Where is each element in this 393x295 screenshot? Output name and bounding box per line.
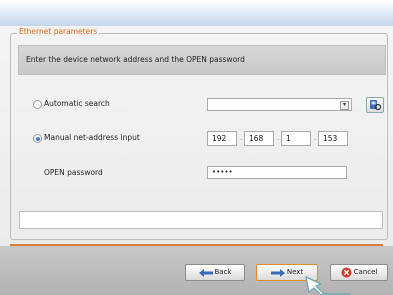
ip-octet-2[interactable]: 168 [244, 131, 274, 146]
back-label: Back [214, 268, 232, 276]
automatic-search-radio[interactable] [33, 100, 42, 109]
title-bar [0, 0, 393, 27]
open-password-field[interactable]: ••••• [207, 166, 347, 179]
search-device-button[interactable] [366, 97, 384, 113]
manual-address-label: Manual net-address input [44, 133, 140, 142]
chevron-down-icon[interactable]: ▾ [340, 101, 349, 110]
manual-address-radio[interactable] [33, 134, 42, 143]
open-password-label: OPEN password [44, 168, 103, 177]
arrow-right-icon [270, 268, 285, 277]
device-dropdown[interactable]: ▾ [207, 98, 352, 111]
automatic-search-label: Automatic search [44, 99, 110, 108]
mouse-pointer-icon [305, 276, 350, 295]
arrow-left-icon [198, 268, 213, 277]
group-legend: Ethernet parameters [17, 27, 100, 36]
ip-octet-1[interactable]: 192 [207, 131, 237, 146]
ip-octet-3[interactable]: 1 [281, 131, 311, 146]
ip-separator: . [240, 133, 243, 142]
ip-separator: . [277, 133, 280, 142]
instruction-text: Enter the device network address and the… [18, 45, 386, 75]
cancel-label: Cancel [353, 268, 378, 276]
ip-separator: . [314, 133, 317, 142]
ip-octet-4[interactable]: 153 [318, 131, 348, 146]
next-label: Next [286, 268, 304, 276]
status-box [19, 211, 383, 229]
back-button[interactable]: Back [185, 264, 245, 281]
search-device-icon [370, 100, 382, 111]
